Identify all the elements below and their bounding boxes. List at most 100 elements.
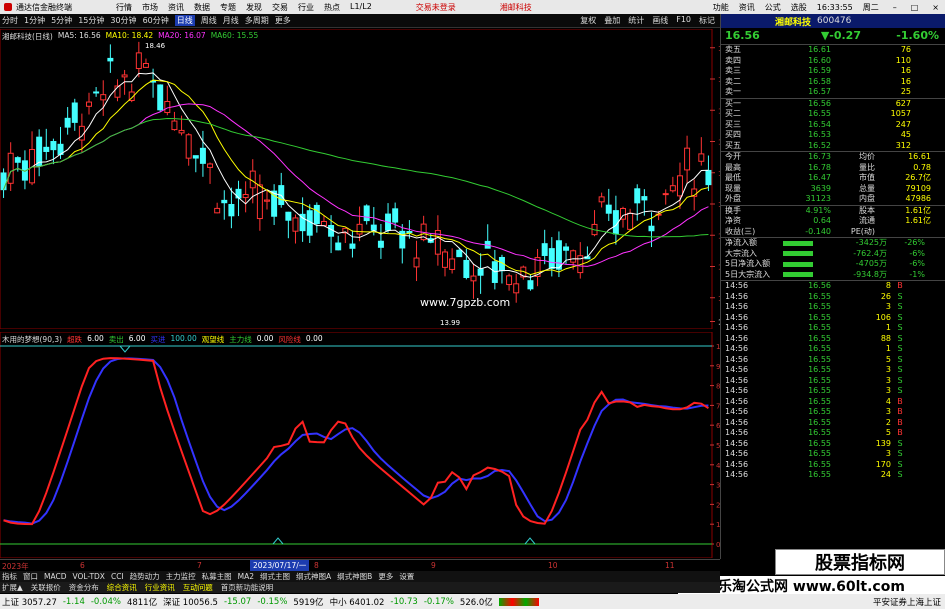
period-tab[interactable]: 5分钟 (51, 15, 72, 26)
indicator-tab[interactable]: MA2 (238, 572, 254, 581)
asks-row[interactable]: 卖五 16.61 76 (721, 45, 945, 56)
period-tab[interactable]: 月线 (223, 15, 239, 26)
indicator-tab[interactable]: 主力监控 (166, 571, 196, 582)
indicator-tab[interactable]: 设置 (399, 571, 414, 582)
minimize-icon[interactable]: – (893, 3, 897, 12)
title-right-item[interactable]: 公式 (765, 2, 781, 13)
indicator-tab[interactable]: 纲式主图 (260, 571, 290, 582)
info-tab[interactable]: 综合资讯 (107, 582, 137, 593)
sz-index[interactable]: 深证 10056.5 (163, 596, 218, 608)
candle-down (285, 211, 292, 221)
menu-item[interactable]: 数据 (194, 2, 210, 13)
chart-tool[interactable]: 复权 (580, 15, 596, 26)
candle-up (684, 147, 691, 171)
chart-tool[interactable]: 标记 (699, 15, 715, 26)
sh-pct: -0.04% (90, 596, 121, 607)
period-tab[interactable]: 更多 (275, 15, 291, 26)
stat-value: 16.61 (908, 152, 931, 161)
info-tab[interactable]: 关联报价 (31, 582, 61, 593)
menu-item[interactable]: 发现 (246, 2, 262, 13)
period-tab[interactable]: 多周期 (245, 15, 269, 26)
menu-item[interactable]: L1/L2 (350, 2, 372, 13)
indicator-tab[interactable]: 纲式神图B (337, 571, 372, 582)
book-price: 16.52 (808, 140, 831, 150)
menu-item[interactable]: 资讯 (168, 2, 184, 13)
indicator-tab[interactable]: CCI (111, 572, 124, 581)
menu-item[interactable]: 热点 (324, 2, 340, 13)
indicator-tab[interactable]: VOL-TDX (72, 572, 104, 581)
indicator-tab[interactable]: 私募主图 (202, 571, 232, 582)
broker-label: 平安证券上海上证 (872, 597, 941, 608)
book-price: 16.54 (808, 119, 831, 129)
tick-list[interactable]: 14:56 16.56 8 B 14:56 16.55 26 S 14:56 16.55 3 S 14:… (721, 280, 945, 481)
chart-tool[interactable]: 画线 (652, 15, 668, 26)
menu-item[interactable]: 市场 (142, 2, 158, 13)
period-tab[interactable]: 周线 (201, 15, 217, 26)
chart-tool[interactable]: 统计 (628, 15, 644, 26)
book-label: 卖三 (725, 66, 741, 75)
candle-down (93, 91, 100, 94)
indicator-tab[interactable]: 纲式神图A (296, 571, 331, 582)
bids-row[interactable]: 买五 16.52 312 (721, 141, 945, 152)
indicator-tab[interactable]: 更多 (378, 571, 393, 582)
book-price: 16.59 (808, 66, 831, 75)
candle-up (506, 275, 513, 286)
menu-item[interactable]: 交易 (272, 2, 288, 13)
indicator-tab[interactable]: 趋势动力 (130, 571, 160, 582)
period-tab[interactable]: 日线 (174, 15, 195, 26)
asks-row[interactable]: 卖三 16.59 16 (721, 66, 945, 77)
bids-row[interactable]: 买二 16.55 1057 (721, 109, 945, 120)
info-tab[interactable]: 首页新功能说明 (221, 582, 274, 593)
bids-row[interactable]: 买一 16.56 627 (721, 99, 945, 110)
period-tab[interactable]: 30分钟 (110, 15, 136, 26)
period-tab[interactable]: 1分钟 (24, 15, 45, 26)
close-icon[interactable]: × (932, 3, 939, 12)
asks-row[interactable]: 卖一 16.57 25 (721, 87, 945, 98)
flow-row: 5日净流入额 -4705万 -6% (721, 259, 945, 270)
asks-row[interactable]: 卖四 16.60 110 (721, 56, 945, 67)
menu-item[interactable]: 专题 (220, 2, 236, 13)
tick-price: 16.55 (808, 302, 831, 311)
kline-chart[interactable]: 18.5018.0017.5017.0016.5016.0015.5015.00… (0, 29, 720, 329)
chart-tool[interactable]: F10 (676, 15, 691, 26)
maximize-icon[interactable]: □ (911, 3, 919, 12)
period-tab[interactable]: 60分钟 (143, 15, 169, 26)
zx-index[interactable]: 中小 6401.02 (330, 596, 385, 608)
title-right-item[interactable]: 资讯 (739, 2, 755, 13)
menu-item[interactable]: 行情 (116, 2, 132, 13)
period-tab[interactable]: 分时 (2, 15, 18, 26)
asks-row[interactable]: 卖二 16.58 16 (721, 77, 945, 88)
bids-row[interactable]: 买四 16.53 45 (721, 130, 945, 141)
tick-direction: S (897, 470, 903, 479)
tick-price: 16.55 (808, 396, 831, 406)
tick-time: 14:56 (725, 281, 749, 290)
candle-down (43, 146, 50, 152)
period-tab[interactable]: 15分钟 (78, 15, 104, 26)
info-tab[interactable]: 互动问题 (183, 582, 213, 593)
stat-value: 0.78 (913, 162, 931, 172)
indicator-chart[interactable]: 100.090.080.070.060.050.040.030.020.010.… (0, 332, 720, 558)
stat-row: 最低 16.47 市值 26.7亿 (721, 173, 945, 184)
info-tab[interactable]: 行业资讯 (145, 582, 175, 593)
menu-item[interactable]: 行业 (298, 2, 314, 13)
indicator-tab[interactable]: MACD (44, 572, 66, 581)
title-right-item[interactable]: 选股 (791, 2, 807, 13)
info-tab[interactable]: 资金分布 (69, 582, 99, 593)
quote-price: 16.56 (725, 28, 760, 42)
indicator-tab[interactable]: 指标 (2, 571, 17, 582)
book-label: 卖四 (725, 55, 741, 65)
bids-row[interactable]: 买三 16.54 247 (721, 120, 945, 131)
candle-down (477, 268, 484, 276)
candle-down (14, 157, 21, 163)
chart-tool[interactable]: 叠加 (604, 15, 620, 26)
sh-index[interactable]: 上证 3057.27 (2, 596, 57, 608)
indicator-tab[interactable]: 窗口 (23, 571, 38, 582)
indicator-legend-item: 0.00 (256, 334, 274, 343)
tick-time: 14:56 (725, 396, 749, 406)
sz-change: -15.07 (223, 596, 252, 607)
flow-bar (783, 261, 813, 267)
title-right-item[interactable]: 功能 (713, 2, 729, 13)
trade-login-notice[interactable]: 交易未登录 (416, 2, 456, 13)
info-tab[interactable]: 扩展▲ (2, 582, 23, 593)
candle-up (207, 163, 214, 168)
